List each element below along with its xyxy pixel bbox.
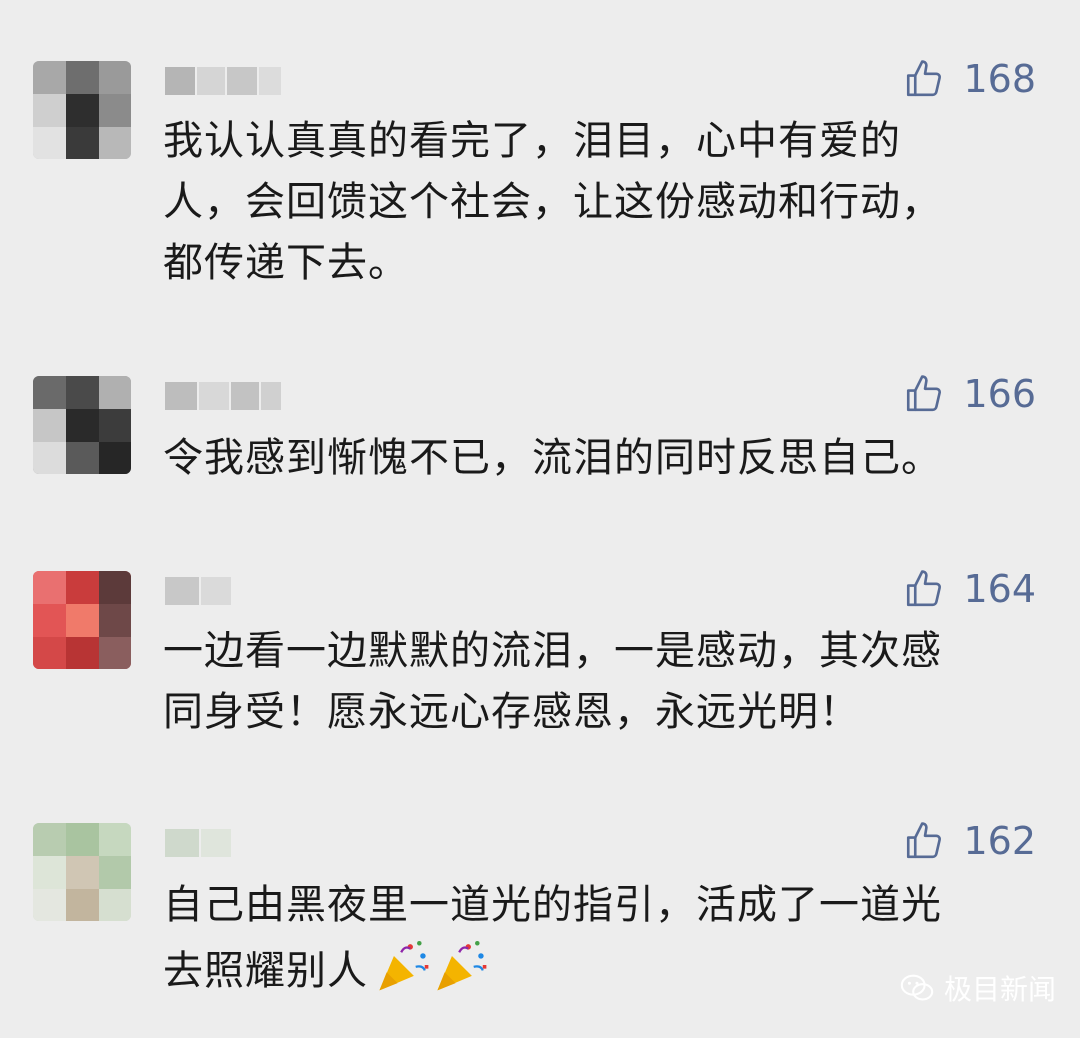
like-count: 166 xyxy=(963,372,1036,416)
comment-text-body: 自己由黑夜里一道光的指引，活成了一道光 去照耀别人 xyxy=(163,882,942,994)
like-count: 164 xyxy=(963,567,1036,611)
avatar[interactable] xyxy=(33,571,131,669)
like-count: 162 xyxy=(963,819,1036,863)
username-blurred[interactable] xyxy=(165,825,285,861)
username-blurred[interactable] xyxy=(165,573,285,609)
watermark-text: 极目新闻 xyxy=(944,973,1057,1006)
comment-text: 令我感到惭愧不已，流泪的同时反思自己。 xyxy=(163,435,942,481)
avatar[interactable] xyxy=(33,61,131,159)
like-button[interactable]: 162 xyxy=(903,817,1036,865)
thumbs-up-icon xyxy=(907,375,942,412)
like-count: 168 xyxy=(963,57,1036,101)
avatar[interactable] xyxy=(33,376,131,474)
username-blurred[interactable] xyxy=(165,378,285,414)
like-button[interactable]: 164 xyxy=(903,565,1036,613)
wechat-icon xyxy=(900,974,934,1001)
username-blurred[interactable] xyxy=(165,63,285,99)
thumbs-up-icon xyxy=(907,822,942,859)
like-button[interactable]: 166 xyxy=(903,370,1036,418)
party-popper-icon xyxy=(437,940,487,991)
like-button[interactable]: 168 xyxy=(903,55,1036,103)
comment-text: 一边看一边默默的流泪，一是感动，其次感 同身受！愿永远心存感恩，永远光明！ xyxy=(163,628,942,735)
thumbs-up-icon xyxy=(907,60,942,97)
party-popper-icon xyxy=(379,940,429,991)
comment-text: 我认认真真的看完了，泪目，心中有爱的 人，会回馈这个社会，让这份感动和行动， 都… xyxy=(163,118,942,286)
emoji-group xyxy=(374,936,490,1012)
watermark: 极目新闻 xyxy=(898,968,1056,1008)
avatar[interactable] xyxy=(33,823,131,921)
thumbs-up-icon xyxy=(907,570,942,607)
